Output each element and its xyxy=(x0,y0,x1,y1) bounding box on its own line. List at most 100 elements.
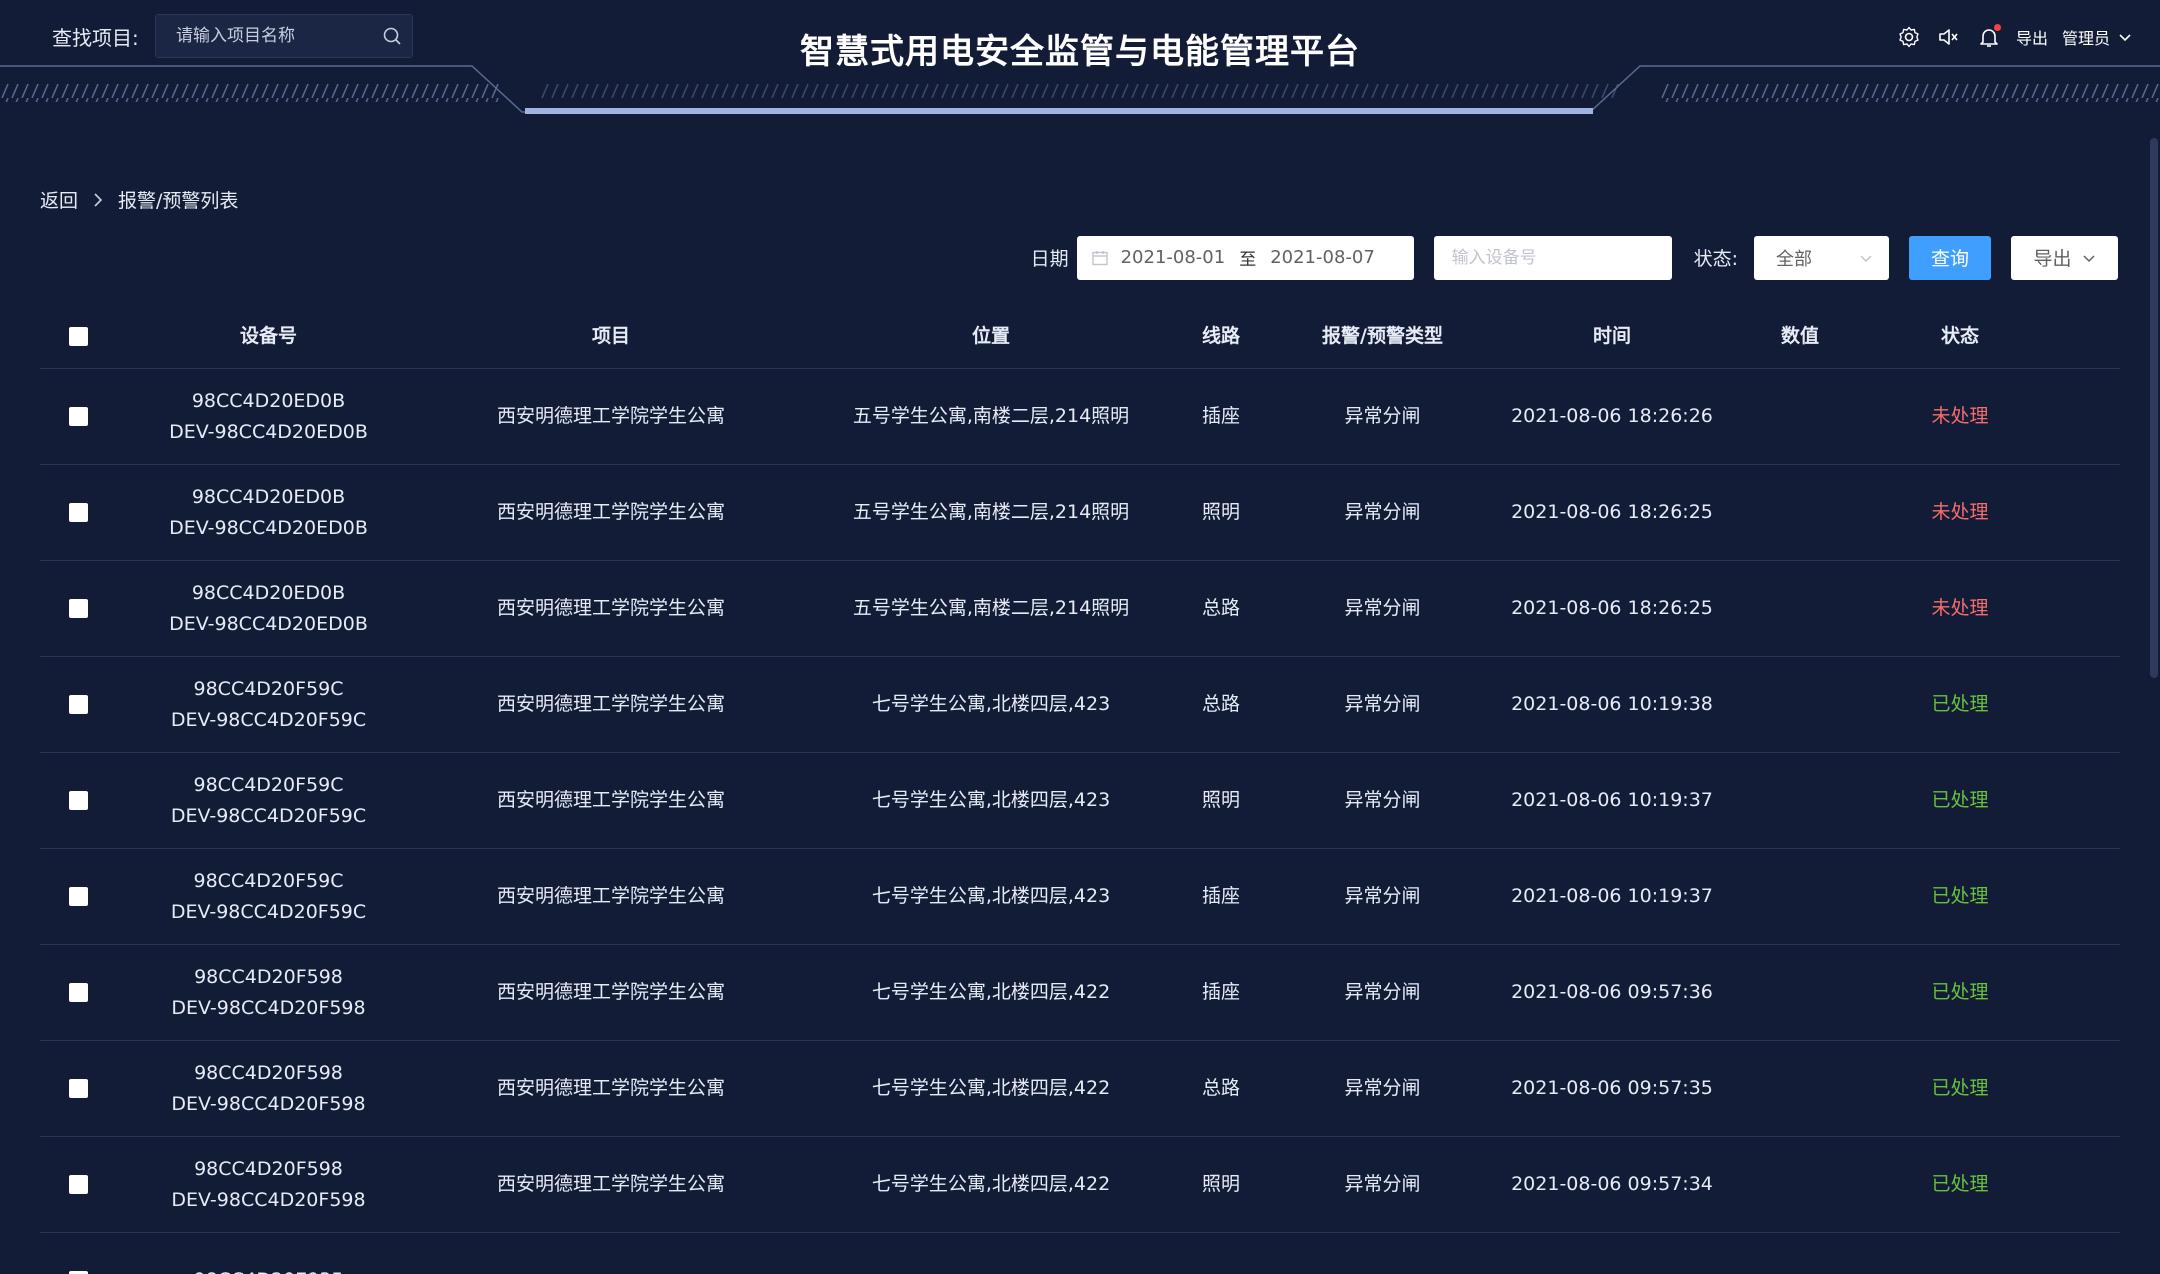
header-actions: 导出 管理员 xyxy=(1896,22,2132,52)
status-badge: 已处理 xyxy=(1931,1077,1989,1099)
cell-line: 照明 xyxy=(1201,789,1240,811)
status-badge: 已处理 xyxy=(1931,885,1989,907)
page-scrollbar[interactable] xyxy=(2150,130,2158,1274)
header-value: 数值 xyxy=(1780,325,1819,347)
date-end[interactable]: 2021-08-07 xyxy=(1270,247,1375,268)
status-badge: 未处理 xyxy=(1931,405,1989,427)
cell-project: 西安明德理工学院学生公寓 xyxy=(496,501,725,523)
device-id: 98CC4D20ED0B xyxy=(191,581,346,604)
cell-time: 2021-08-06 10:19:37 xyxy=(1511,885,1713,907)
cell-alarm-type: 异常分闸 xyxy=(1344,405,1421,427)
chevron-right-icon xyxy=(94,192,103,207)
cell-line: 插座 xyxy=(1201,885,1240,907)
cell-alarm-type: 异常分闸 xyxy=(1344,981,1421,1003)
cell-alarm-type: 异常分闸 xyxy=(1344,597,1421,619)
header-position: 位置 xyxy=(971,325,1010,347)
row-checkbox[interactable] xyxy=(68,599,88,618)
status-badge xyxy=(1880,1233,2040,1274)
table-row[interactable]: 98CC4D20F59C DEV-98CC4D20F59C 西安明德理工学院学生公寓… xyxy=(40,657,2120,753)
page-title: 智慧式用电安全监管与电能管理平台 xyxy=(800,32,1360,72)
cell-value xyxy=(1720,753,1880,848)
filter-toolbar: 日期 2021-08-01 至 2021-08-07 状态: 全部 查询 导出 xyxy=(1031,235,2118,280)
cell-device: 98CC4D20F59C DEV-98CC4D20F59C xyxy=(116,849,421,944)
cell-value xyxy=(1720,465,1880,560)
breadcrumb-back-link[interactable]: 返回 xyxy=(40,186,78,213)
device-code: DEV-98CC4D20F598 xyxy=(171,1188,366,1211)
status-badge: 已处理 xyxy=(1931,981,1989,1003)
cell-device: 98CC4D20F59C DEV-98CC4D20F59C xyxy=(116,753,421,848)
cell-value xyxy=(1720,657,1880,752)
cell-line: 总路 xyxy=(1201,693,1240,715)
device-code: DEV-98CC4D20F59C xyxy=(170,900,367,923)
export-dropdown-button[interactable]: 导出 xyxy=(2011,235,2118,280)
date-range-picker[interactable]: 2021-08-01 至 2021-08-07 xyxy=(1076,235,1414,280)
bell-icon[interactable] xyxy=(1976,24,2002,50)
table-row[interactable]: 98CC4D20F598 DEV-98CC4D20F598 西安明德理工学院学生公寓… xyxy=(40,945,2120,1041)
cell-project: 西安明德理工学院学生公寓 xyxy=(496,693,725,715)
date-start[interactable]: 2021-08-01 xyxy=(1121,247,1226,268)
calendar-icon xyxy=(1091,250,1108,265)
row-checkbox[interactable] xyxy=(68,503,88,522)
table-row[interactable]: 98CC4D20F59C DEV-98CC4D20F59C 西安明德理工学院学生公寓… xyxy=(40,753,2120,849)
select-all-checkbox[interactable] xyxy=(68,327,88,346)
row-checkbox[interactable] xyxy=(68,407,88,426)
cell-device: 98CC4D20F598 DEV-98CC4D20F598 xyxy=(116,1041,421,1136)
cell-time xyxy=(1504,1233,1720,1274)
cell-line xyxy=(1181,1233,1261,1274)
device-number-input[interactable] xyxy=(1433,235,1672,280)
alarm-table: 设备号 项目 位置 线路 报警/预警类型 时间 数值 状态 98CC4D20ED… xyxy=(40,305,2120,1274)
chevron-down-icon xyxy=(2119,34,2131,42)
cell-value xyxy=(1720,369,1880,464)
scrollbar-thumb[interactable] xyxy=(2150,138,2158,678)
table-row[interactable]: 98CC4D20E935 xyxy=(40,1233,2120,1274)
row-checkbox[interactable] xyxy=(68,1175,88,1194)
cell-alarm-type: 异常分闸 xyxy=(1344,885,1421,907)
cell-time: 2021-08-06 09:57:36 xyxy=(1511,981,1713,1003)
cell-project xyxy=(421,1233,801,1274)
mute-icon[interactable] xyxy=(1936,24,1962,50)
device-id: 98CC4D20E935 xyxy=(194,1265,344,1274)
header-export-link[interactable]: 导出 xyxy=(2016,25,2048,49)
status-badge: 未处理 xyxy=(1931,597,1989,619)
device-code: DEV-98CC4D20ED0B xyxy=(169,516,368,539)
cell-time: 2021-08-06 10:19:38 xyxy=(1511,693,1713,715)
device-id: 98CC4D20F598 xyxy=(194,1061,343,1084)
row-checkbox[interactable] xyxy=(68,695,88,714)
row-checkbox[interactable] xyxy=(68,887,88,906)
cell-time: 2021-08-06 10:19:37 xyxy=(1511,789,1713,811)
cell-time: 2021-08-06 18:26:25 xyxy=(1511,597,1713,619)
header-time: 时间 xyxy=(1592,325,1631,347)
table-row[interactable]: 98CC4D20ED0B DEV-98CC4D20ED0B 西安明德理工学院学生公寓… xyxy=(40,369,2120,465)
cell-position: 七号学生公寓,北楼四层,422 xyxy=(871,981,1111,1003)
user-menu[interactable]: 管理员 xyxy=(2062,25,2132,49)
gear-icon[interactable] xyxy=(1896,24,1922,50)
table-row[interactable]: 98CC4D20ED0B DEV-98CC4D20ED0B 西安明德理工学院学生公寓… xyxy=(40,465,2120,561)
status-label: 状态: xyxy=(1693,248,1738,270)
row-checkbox[interactable] xyxy=(68,791,88,810)
row-checkbox[interactable] xyxy=(68,1079,88,1098)
cell-line: 总路 xyxy=(1201,1077,1240,1099)
table-row[interactable]: 98CC4D20F598 DEV-98CC4D20F598 西安明德理工学院学生公寓… xyxy=(40,1137,2120,1233)
query-button[interactable]: 查询 xyxy=(1909,235,1991,280)
device-code: DEV-98CC4D20ED0B xyxy=(169,420,368,443)
table-row[interactable]: 98CC4D20F598 DEV-98CC4D20F598 西安明德理工学院学生公寓… xyxy=(40,1041,2120,1137)
cell-project: 西安明德理工学院学生公寓 xyxy=(496,885,725,907)
status-select-value: 全部 xyxy=(1776,248,1812,270)
breadcrumb: 返回 报警/预警列表 xyxy=(40,186,238,213)
cell-device: 98CC4D20F59C DEV-98CC4D20F59C xyxy=(116,657,421,752)
device-id: 98CC4D20F59C xyxy=(193,677,344,700)
row-checkbox[interactable] xyxy=(68,983,88,1002)
status-select[interactable]: 全部 xyxy=(1754,235,1889,280)
cell-position: 五号学生公寓,南楼二层,214照明 xyxy=(852,597,1130,619)
cell-position: 七号学生公寓,北楼四层,422 xyxy=(871,1173,1111,1195)
cell-position: 五号学生公寓,南楼二层,214照明 xyxy=(852,501,1130,523)
table-row[interactable]: 98CC4D20ED0B DEV-98CC4D20ED0B 西安明德理工学院学生公寓… xyxy=(40,561,2120,657)
header-project: 项目 xyxy=(591,325,630,347)
chevron-down-icon xyxy=(2082,254,2095,262)
device-id: 98CC4D20F59C xyxy=(193,773,344,796)
cell-time: 2021-08-06 18:26:25 xyxy=(1511,501,1713,523)
cell-value xyxy=(1720,945,1880,1040)
table-row[interactable]: 98CC4D20F59C DEV-98CC4D20F59C 西安明德理工学院学生公寓… xyxy=(40,849,2120,945)
cell-value xyxy=(1720,561,1880,656)
cell-device: 98CC4D20F598 DEV-98CC4D20F598 xyxy=(116,1137,421,1232)
